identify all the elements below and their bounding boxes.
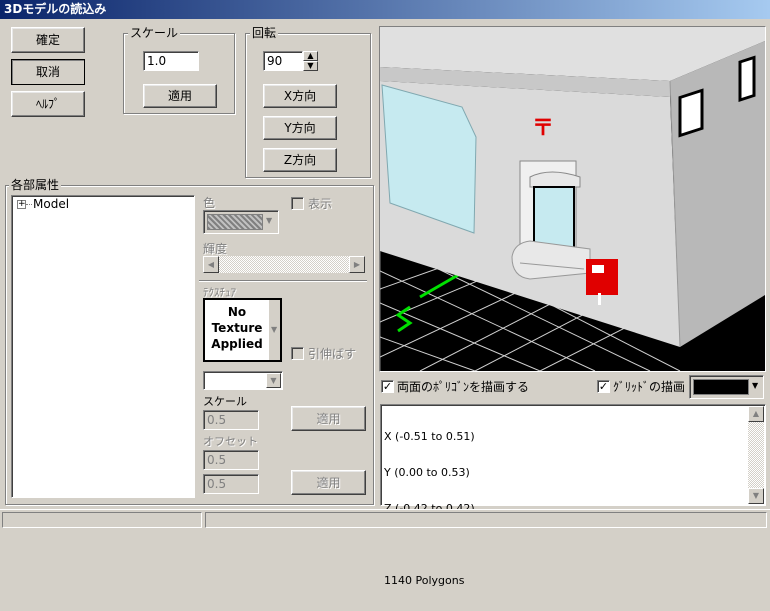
stretch-checkbox[interactable] — [291, 347, 304, 360]
down-arrow-icon: ▼ — [307, 61, 314, 70]
bg-color-picker[interactable]: ▼ — [689, 375, 764, 399]
rotation-group-label: 回転 — [250, 26, 279, 40]
bg-color-swatch — [693, 379, 749, 395]
tree-connector — [26, 204, 32, 205]
parts-tree[interactable]: + Model — [11, 195, 195, 498]
postbox-label — [592, 265, 604, 273]
postbox — [586, 259, 618, 295]
texture-scale-apply-button[interactable]: 適用 — [291, 406, 366, 431]
grid-label: ｸﾞﾘｯﾄﾞの描画 — [613, 380, 686, 394]
texture-scale-input[interactable]: 0.5 — [203, 410, 259, 430]
offset-x-input[interactable]: 0.5 — [203, 450, 259, 470]
help-button[interactable]: ﾍﾙﾌﾟ — [11, 91, 85, 117]
texture-dropdown[interactable]: ▼ — [268, 300, 280, 360]
grid-checkbox[interactable]: ✓ — [597, 380, 610, 393]
scale-group-label: スケール — [128, 26, 181, 40]
status-bar — [0, 509, 770, 529]
spin-up-button[interactable]: ▲ — [303, 51, 318, 61]
chevron-down-icon: ▼ — [752, 381, 759, 390]
status-pane — [205, 512, 767, 528]
3d-viewport[interactable]: 〒 — [379, 26, 766, 372]
texture-select[interactable]: ▼ — [203, 371, 283, 390]
show-label: 表示 — [308, 197, 333, 211]
brightness-slider[interactable]: ◀ ▶ — [203, 256, 365, 273]
color-label: 色 — [203, 196, 216, 210]
rotation-input[interactable]: 90 — [263, 51, 303, 71]
info-scrollbar[interactable]: ▲ ▼ — [748, 406, 764, 504]
stretch-label: 引伸ばす — [308, 347, 357, 361]
info-line: Y (0.00 to 0.53) — [384, 466, 470, 479]
info-line: X (-0.51 to 0.51) — [384, 430, 475, 443]
model-render: 〒 — [380, 27, 765, 371]
rotate-x-button[interactable]: X方向 — [263, 84, 337, 108]
rotate-z-button[interactable]: Z方向 — [263, 148, 337, 172]
offset-apply-button[interactable]: 適用 — [291, 470, 366, 495]
down-arrow-icon[interactable]: ▼ — [748, 488, 764, 504]
texture-preview-text: No Texture Applied — [211, 305, 263, 351]
spin-down-button[interactable]: ▼ — [303, 61, 318, 71]
window-title: 3Dモデルの読込み — [4, 2, 107, 16]
status-pane — [2, 512, 202, 528]
ok-button[interactable]: 確定 — [11, 27, 85, 53]
offset-label: オフセット — [203, 435, 258, 448]
show-checkbox[interactable] — [291, 197, 304, 210]
info-line: 1140 Polygons — [384, 574, 465, 587]
texture-preview[interactable]: No Texture Applied ▼ — [203, 298, 282, 362]
texture-scale-label: スケール — [203, 395, 247, 408]
right-arrow-icon[interactable]: ▶ — [349, 256, 365, 273]
chevron-down-icon: ▼ — [271, 325, 278, 334]
left-arrow-icon[interactable]: ◀ — [203, 256, 219, 273]
color-picker[interactable]: ▼ — [203, 210, 279, 234]
title-bar: 3Dモデルの読込み — [0, 0, 770, 19]
tree-expander-icon[interactable]: + — [17, 200, 26, 209]
cancel-button[interactable]: 取消 — [11, 59, 85, 85]
scale-input[interactable]: 1.0 — [143, 51, 199, 71]
chevron-down-icon: ▼ — [266, 216, 273, 225]
color-swatch — [207, 214, 263, 230]
double-sided-label: 両面のﾎﾟﾘｺﾞﾝを描画する — [397, 380, 530, 394]
up-arrow-icon[interactable]: ▲ — [748, 406, 764, 422]
tree-item-model[interactable]: Model — [33, 197, 69, 211]
up-arrow-icon: ▲ — [307, 51, 314, 60]
postbox-stand — [598, 293, 601, 305]
attributes-group-label: 各部属性 — [9, 178, 62, 192]
offset-y-input[interactable]: 0.5 — [203, 474, 259, 494]
info-line — [384, 539, 475, 551]
post-mark-icon: 〒 — [532, 116, 554, 141]
double-sided-checkbox[interactable]: ✓ — [381, 380, 394, 393]
scale-apply-button[interactable]: 適用 — [143, 84, 217, 108]
rotate-y-button[interactable]: Y方向 — [263, 116, 337, 140]
divider — [199, 280, 367, 282]
chevron-down-icon[interactable]: ▼ — [266, 373, 281, 388]
model-info-text[interactable]: X (-0.51 to 0.51) Y (0.00 to 0.53) Z (-0… — [380, 404, 766, 587]
brightness-label: 輝度 — [203, 242, 228, 256]
